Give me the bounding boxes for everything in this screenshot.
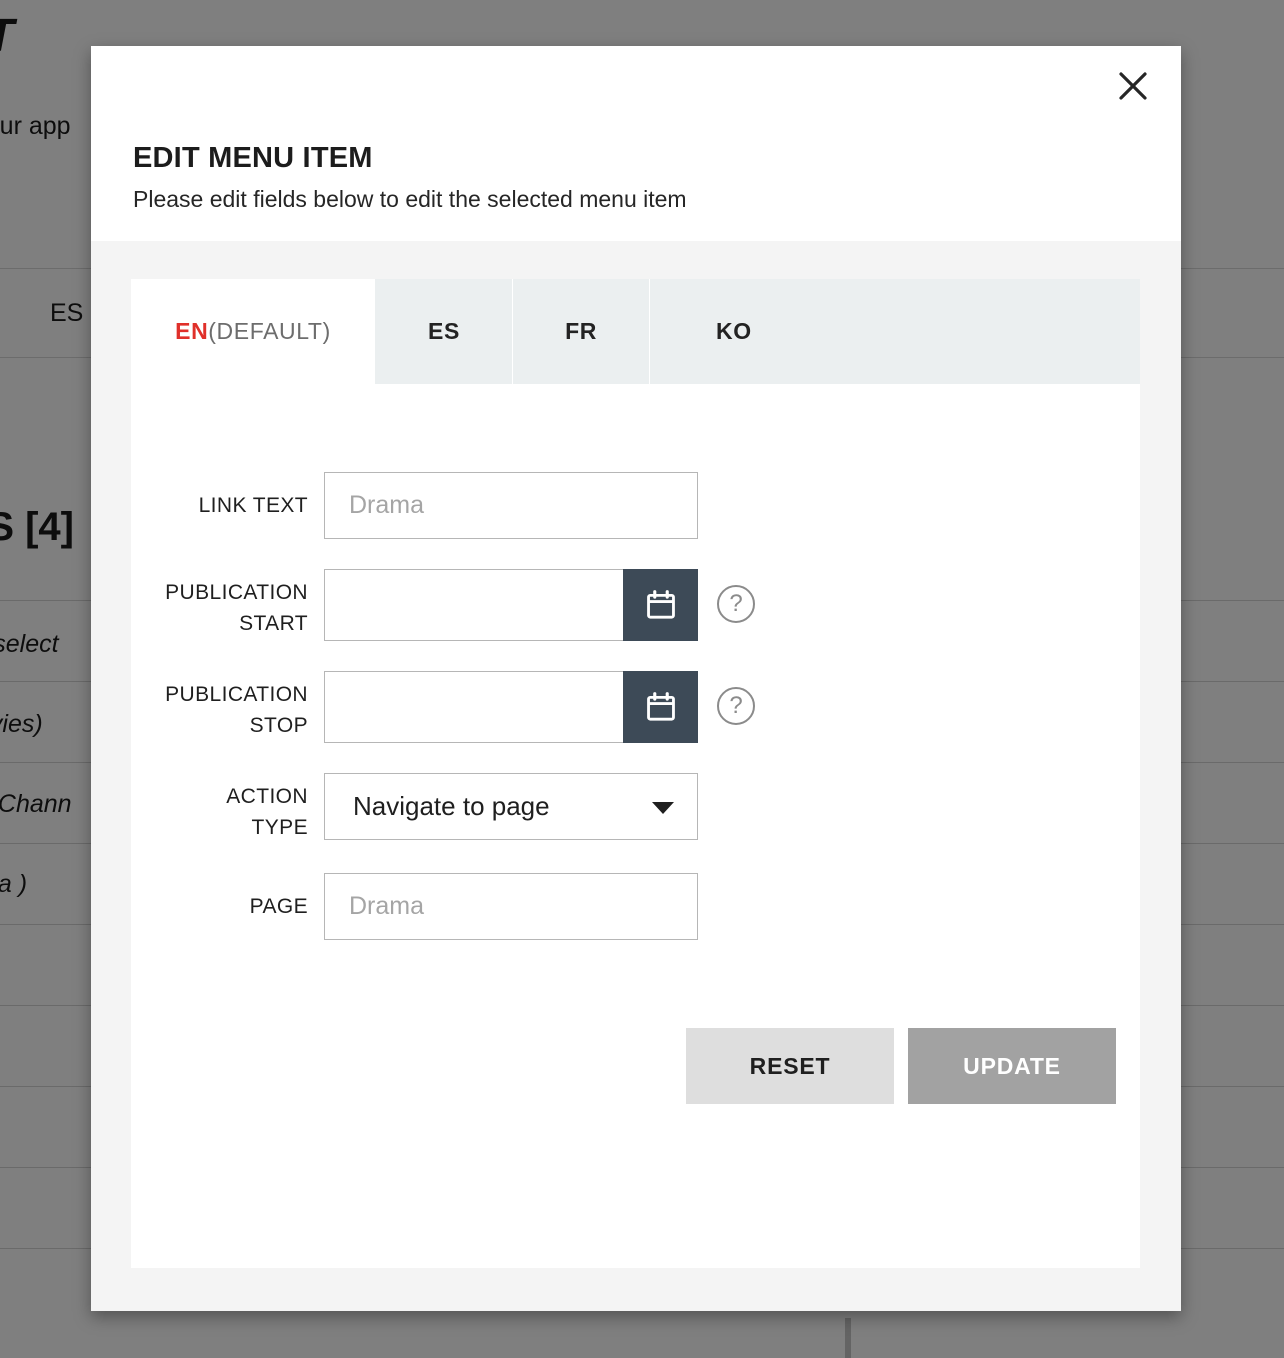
- field-row-publication-start: PUBLICATION START ?: [131, 569, 1140, 641]
- publication-stop-label: PUBLICATION STOP: [131, 671, 324, 741]
- calendar-icon[interactable]: [623, 569, 698, 641]
- page-input[interactable]: [324, 873, 698, 940]
- publication-stop-label-line1: PUBLICATION: [165, 683, 308, 706]
- action-type-label-line2: TYPE: [251, 816, 308, 839]
- close-icon[interactable]: [1107, 60, 1159, 112]
- publication-start-help-glyph: ?: [729, 590, 743, 617]
- update-button[interactable]: UPDATE: [908, 1028, 1116, 1104]
- publication-start-label-line1: PUBLICATION: [165, 581, 308, 604]
- page-control: [324, 873, 698, 940]
- publication-start-help-icon[interactable]: ?: [717, 585, 755, 623]
- tab-es-label: ES: [428, 318, 460, 344]
- tab-ko[interactable]: KO: [650, 279, 1140, 384]
- field-row-link-text: LINK TEXT: [131, 472, 1140, 539]
- publication-stop-control: ?: [324, 671, 755, 743]
- reset-button[interactable]: RESET: [686, 1028, 894, 1104]
- publication-stop-help-icon[interactable]: ?: [717, 687, 755, 725]
- publication-start-label-line2: START: [239, 612, 308, 635]
- tab-fr-label: FR: [565, 318, 597, 344]
- publication-start-label: PUBLICATION START: [131, 569, 324, 639]
- edit-menu-item-dialog: EDIT MENU ITEM Please edit fields below …: [91, 46, 1181, 1311]
- action-type-selected-value: Navigate to page: [353, 791, 550, 821]
- publication-stop-help-glyph: ?: [729, 692, 743, 719]
- field-row-page: PAGE: [131, 873, 1140, 940]
- calendar-icon[interactable]: [623, 671, 698, 743]
- language-tabs: EN (DEFAULT) ES FR KO: [131, 279, 1140, 384]
- publication-start-input[interactable]: [324, 569, 623, 641]
- tab-en-code: EN: [175, 318, 209, 344]
- page-label: PAGE: [249, 895, 308, 918]
- action-type-label: ACTION TYPE: [131, 773, 324, 843]
- field-row-action-type: ACTION TYPE Navigate to page: [131, 773, 1140, 843]
- tab-fr[interactable]: FR: [513, 279, 650, 384]
- action-type-select[interactable]: Navigate to page: [324, 773, 698, 840]
- field-row-publication-stop: PUBLICATION STOP ?: [131, 671, 1140, 743]
- link-text-control: [324, 472, 698, 539]
- page-title: EDIT MENU ITEM: [133, 142, 373, 174]
- publication-stop-label-line2: STOP: [249, 714, 308, 737]
- publication-stop-input[interactable]: [324, 671, 623, 743]
- publication-start-control: ?: [324, 569, 755, 641]
- dialog-subtitle: Please edit fields below to edit the sel…: [133, 186, 687, 212]
- link-text-input[interactable]: [324, 472, 698, 539]
- dialog-actions: RESET UPDATE: [131, 1028, 1140, 1104]
- header-body-gap: [91, 241, 1181, 279]
- tab-es[interactable]: ES: [376, 279, 513, 384]
- tab-en[interactable]: EN (DEFAULT): [131, 279, 376, 384]
- dialog-header: EDIT MENU ITEM Please edit fields below …: [91, 46, 1181, 241]
- link-text-label: LINK TEXT: [198, 494, 308, 517]
- action-type-label-line1: ACTION: [226, 785, 308, 808]
- action-type-control: Navigate to page: [324, 773, 698, 840]
- action-type-select-wrap: Navigate to page: [324, 773, 698, 840]
- tab-panel-en: LINK TEXT PUBLICATION START: [131, 384, 1140, 1268]
- tab-ko-label: KO: [716, 318, 752, 344]
- tab-en-suffix: (DEFAULT): [208, 318, 331, 344]
